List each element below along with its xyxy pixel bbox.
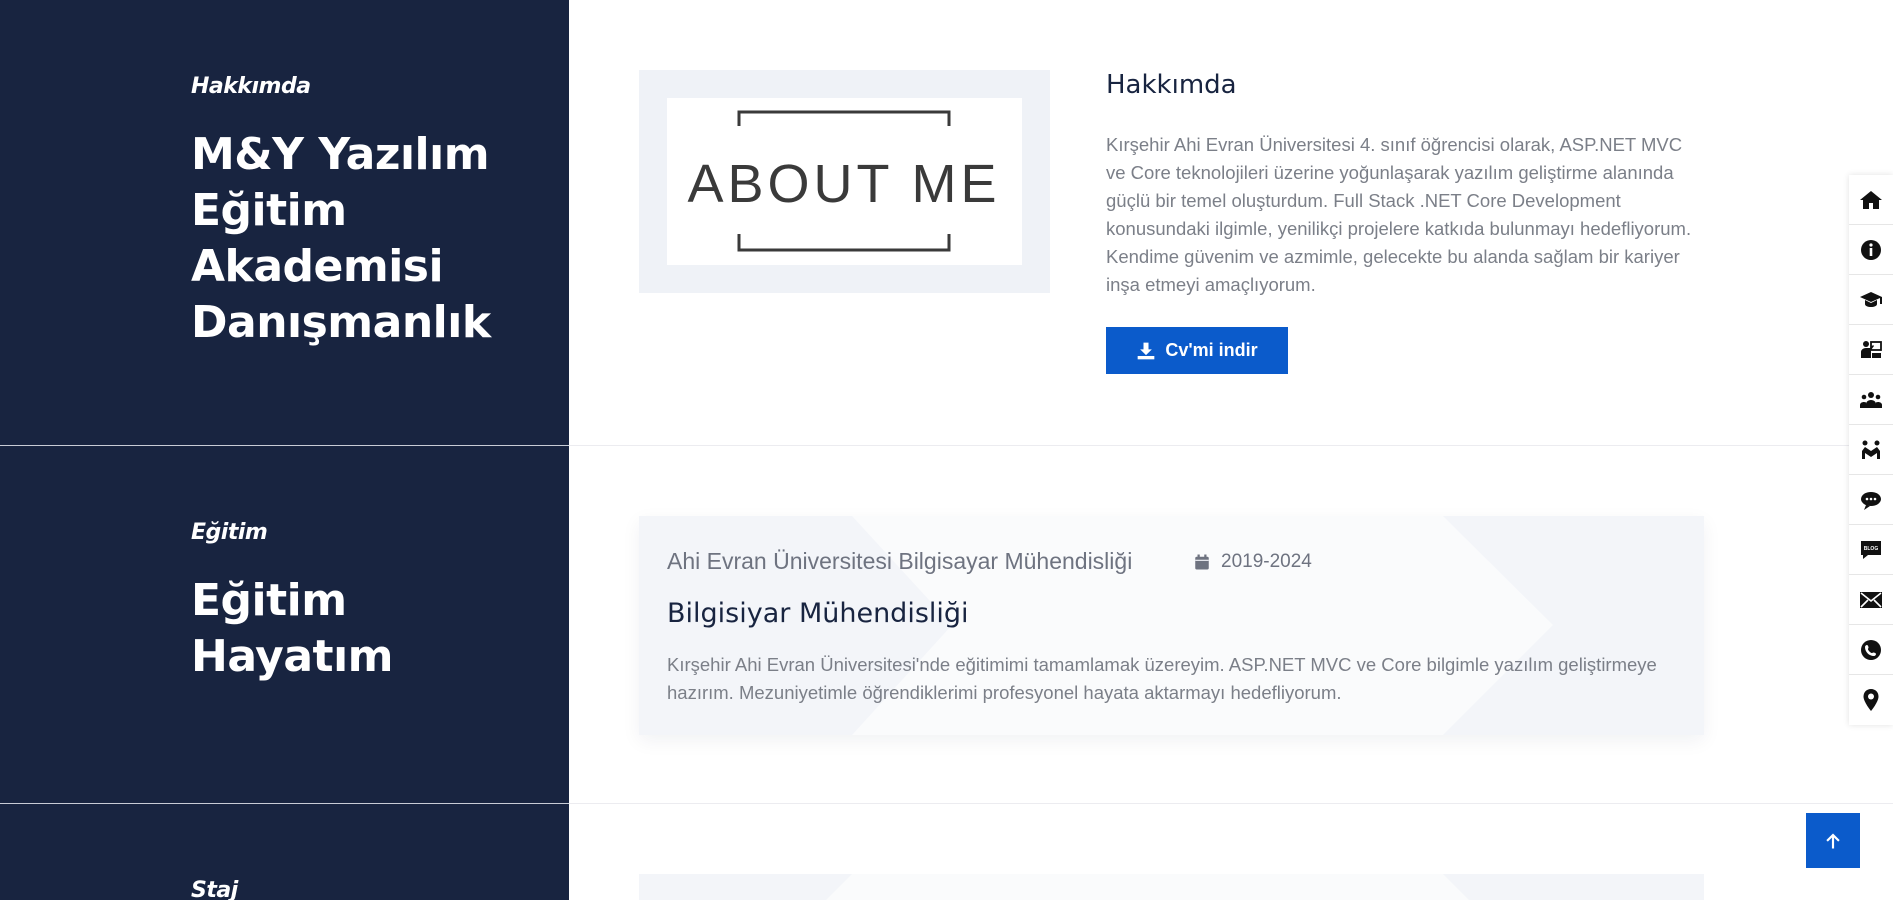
blog-icon: BLOG: [1861, 540, 1881, 559]
about-side-panel: Hakkımda M&Y Yazılım Eğitim Akademisi Da…: [0, 0, 569, 446]
nav-mail[interactable]: [1849, 575, 1893, 625]
users-icon: [1860, 391, 1882, 408]
about-heading: Hakkımda: [1106, 70, 1237, 100]
nav-chat[interactable]: [1849, 475, 1893, 525]
card-background-shape: [826, 874, 1469, 900]
education-school: Ahi Evran Üniversitesi Bilgisayar Mühend…: [667, 548, 1133, 574]
nav-phone[interactable]: [1849, 625, 1893, 675]
education-title-line: Eğitim: [191, 575, 347, 626]
graduation-cap-icon: [1860, 291, 1882, 307]
education-kicker: Eğitim: [191, 520, 268, 545]
about-me-graphic: ABOUT ME: [687, 110, 1000, 252]
about-title-line: Danışmanlık: [191, 297, 491, 348]
calendar-icon: [1195, 554, 1209, 570]
education-side-panel: Eğitim Eğitim Hayatım: [0, 446, 569, 804]
nav-about[interactable]: [1849, 225, 1893, 275]
about-me-image: ABOUT ME: [667, 98, 1022, 265]
education-section: Eğitim Eğitim Hayatım Ahi Evran Üniversi…: [0, 446, 1893, 804]
mail-icon: [1860, 591, 1882, 608]
about-title-line: M&Y Yazılım: [191, 129, 490, 180]
about-me-image-text: ABOUT ME: [687, 154, 1000, 214]
nav-home[interactable]: [1849, 175, 1893, 225]
education-title-line: Hayatım: [191, 631, 394, 682]
nav-education[interactable]: [1849, 275, 1893, 325]
nav-team[interactable]: [1849, 375, 1893, 425]
home-icon: [1860, 190, 1882, 209]
education-title: Eğitim Hayatım: [191, 573, 394, 685]
back-to-top-button[interactable]: [1806, 813, 1860, 868]
education-date: 2019-2024: [1193, 551, 1312, 573]
chat-icon: [1861, 491, 1881, 510]
internship-side-panel: Staj: [0, 804, 569, 903]
teacher-icon: [1861, 340, 1882, 358]
location-icon: [1863, 689, 1879, 711]
about-image-frame: ABOUT ME: [639, 70, 1050, 293]
phone-icon: [1861, 639, 1881, 660]
internship-section: Staj: [0, 804, 1893, 903]
education-degree: Bilgisiyar Mühendisliği: [667, 598, 969, 629]
download-icon: [1138, 342, 1155, 359]
side-icon-nav: BLOG: [1849, 175, 1893, 725]
blog-icon-label: BLOG: [1864, 546, 1879, 552]
info-icon: [1861, 239, 1881, 260]
about-section: Hakkımda M&Y Yazılım Eğitim Akademisi Da…: [0, 0, 1893, 446]
about-title-line: Eğitim: [191, 185, 347, 236]
education-description: Kırşehir Ahi Evran Üniversitesi'nde eğit…: [667, 654, 1657, 703]
arrow-up-icon: [1826, 833, 1840, 848]
nav-location[interactable]: [1849, 675, 1893, 725]
internship-kicker: Staj: [191, 878, 238, 903]
education-card: Ahi Evran Üniversitesi Bilgisayar Mühend…: [639, 516, 1704, 735]
download-cv-label: Cv'mi indir: [1165, 340, 1258, 360]
education-date-text: 2019-2024: [1221, 551, 1312, 572]
about-description: Kırşehir Ahi Evran Üniversitesi 4. sınıf…: [1106, 134, 1692, 295]
internship-card: [639, 874, 1704, 900]
nav-blog[interactable]: BLOG: [1849, 525, 1893, 575]
nav-references[interactable]: [1849, 425, 1893, 475]
about-title-line: Akademisi: [191, 241, 444, 292]
download-cv-button[interactable]: Cv'mi indir: [1106, 327, 1288, 374]
about-kicker: Hakkımda: [191, 74, 311, 99]
handshake-icon: [1862, 440, 1880, 459]
about-title: M&Y Yazılım Eğitim Akademisi Danışmanlık: [191, 127, 491, 351]
nav-internship[interactable]: [1849, 325, 1893, 375]
